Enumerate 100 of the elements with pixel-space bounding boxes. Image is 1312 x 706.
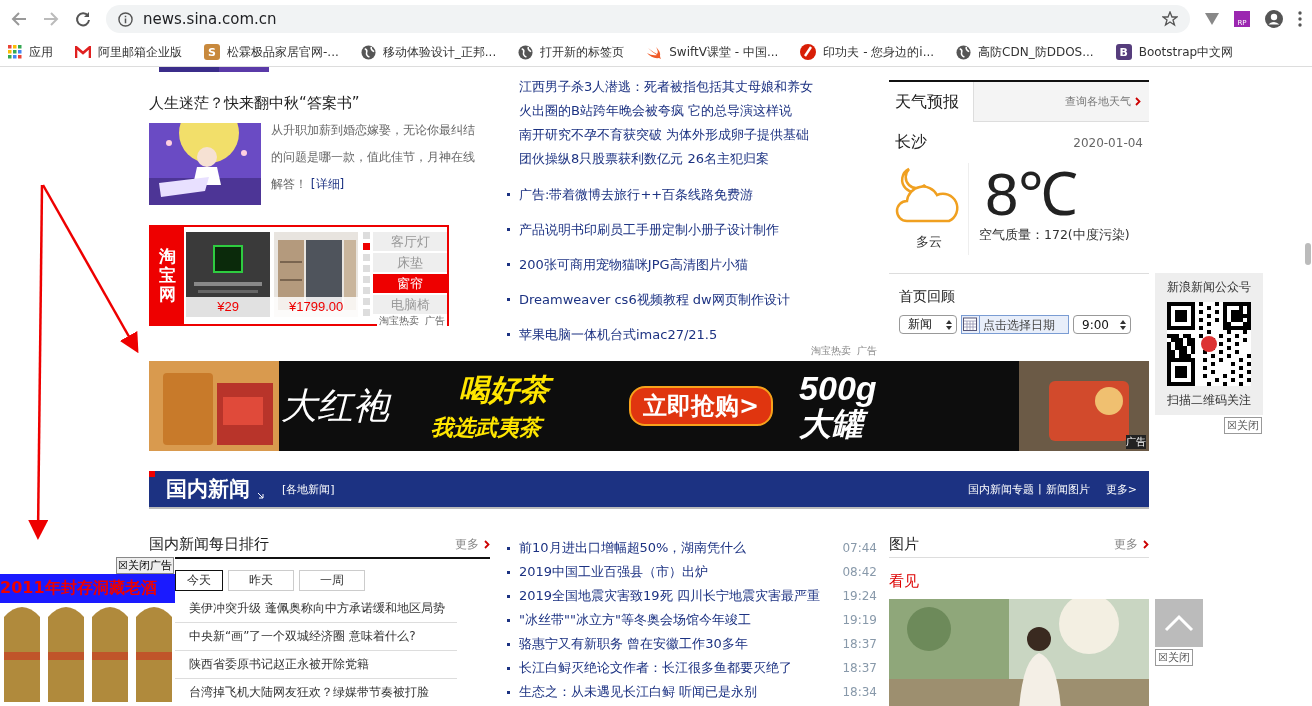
feature-title[interactable]: 人生迷茫？快来翻中秋“答案书”	[149, 94, 490, 113]
news-link[interactable]: 2019全国地震灾害致19死 四川长宁地震灾害最严重	[519, 587, 820, 605]
close-ad-button[interactable]: ☒关闭广告	[116, 557, 174, 574]
news-time: 19:24	[842, 589, 877, 603]
review-title: 首页回顾	[899, 288, 956, 306]
news-time: 19:19	[842, 613, 877, 627]
ad-banner[interactable]: 大红袍 喝好茶 我选武夷茶 立即抢购> 500g 大罐 广告	[149, 361, 1149, 451]
back-to-top-button[interactable]	[1155, 599, 1203, 647]
details-link[interactable]: [详细]	[310, 177, 345, 191]
ranking-item[interactable]: 中央新“画”了一个双城经济圈 意味着什么?	[175, 623, 457, 651]
mail-icon	[75, 45, 91, 59]
qr-caption: 扫描二维码关注	[1167, 392, 1251, 409]
ranking-item[interactable]: 陕西省委原书记赵正永被开除党籍	[175, 651, 457, 679]
promo-link[interactable]: 广告:带着微博去旅行++百条线路免费游	[519, 185, 754, 204]
bookmark[interactable]: S 松霖极品家居官网-...	[204, 43, 339, 61]
ad-label: 广告	[1126, 435, 1146, 449]
bookmark[interactable]: B Bootstrap中文网	[1115, 43, 1234, 61]
chevron-up-icon	[1164, 614, 1194, 632]
qr-title: 新浪新闻公众号	[1167, 279, 1251, 296]
time-select[interactable]: 9:00	[1073, 315, 1131, 334]
news-link[interactable]: 2019中国工业百强县（市）出炉	[519, 563, 709, 581]
chevron-icon	[1135, 97, 1141, 106]
news-time: 18:37	[842, 661, 877, 675]
corner-marker	[149, 471, 155, 477]
period-tab[interactable]: 昨天	[228, 570, 294, 591]
ad-label: 广告	[425, 314, 445, 328]
news-time: 08:42	[842, 565, 877, 579]
apps-icon	[8, 45, 22, 59]
globe-icon	[518, 44, 534, 60]
ranking-item[interactable]: 美伊冲突升级 蓬佩奥称向中方承诺缓和地区局势	[175, 595, 457, 623]
section-link[interactable]: 国内新闻专题	[968, 481, 1035, 497]
select-arrows-icon	[946, 319, 952, 330]
headline-link[interactable]: 火出圈的B站跨年晚会被夸疯 它的总导演这样说	[502, 99, 877, 123]
forward-icon[interactable]	[42, 10, 60, 28]
pictures-title: 图片	[889, 534, 919, 554]
link-separator: |	[1038, 481, 1042, 497]
period-tab[interactable]: 今天	[175, 570, 223, 591]
ranking-title: 国内新闻每日排行	[149, 534, 269, 554]
date-field[interactable]: 点击选择日期	[979, 315, 1069, 334]
promo-link[interactable]: 200张可商用宠物猫咪JPG高清图片小猫	[519, 255, 748, 274]
more-link[interactable]: 更多	[1114, 535, 1149, 553]
bookmark[interactable]: 应用	[8, 43, 53, 61]
section-link[interactable]: 新闻图片	[1045, 481, 1090, 497]
bookmark[interactable]: 印功夫 - 您身边的i...	[800, 43, 935, 61]
product-price: ¥1799.00	[274, 297, 359, 317]
url-text: news.sina.com.cn	[143, 10, 278, 28]
back-icon[interactable]	[10, 10, 28, 28]
bookmark[interactable]: 打开新的标签页	[518, 43, 625, 61]
chevron-icon	[484, 539, 490, 549]
product-price: ¥29	[186, 297, 271, 317]
headline-link[interactable]: 团伙操纵8只股票获利数亿元 26名主犯归案	[502, 147, 877, 171]
news-link[interactable]: 前10月进出口增幅超50%，湖南凭什么	[519, 539, 747, 557]
promo-link[interactable]: Dreamweaver cs6视频教程 dw网页制作设计	[519, 290, 790, 309]
taobao-logo: 淘宝网	[151, 227, 185, 324]
category-tab[interactable]: 窗帘	[373, 274, 447, 293]
bookmark[interactable]: 阿里邮箱企业版	[75, 43, 182, 61]
headline-link[interactable]: 江西男子杀3人潜逃：死者被指包括其丈母娘和养女	[502, 75, 877, 99]
promo-link[interactable]: 苹果电脑一体机台式imac27/21.5	[519, 325, 718, 344]
info-icon	[118, 11, 133, 27]
buy-now-button[interactable]: 立即抢购>	[629, 386, 774, 426]
menu-icon[interactable]	[1298, 11, 1302, 27]
profile-icon[interactable]	[1264, 9, 1284, 29]
bookmark[interactable]: 高防CDN_防DDOS...	[956, 43, 1094, 61]
promo-link[interactable]: 产品说明书印刷员工手册定制小册子设计制作	[519, 220, 779, 239]
news-link[interactable]: 骆惠宁又有新职务 曾在安徽工作30多年	[519, 635, 748, 653]
news-link[interactable]: "冰丝带""冰立方"等冬奥会场馆今年竣工	[519, 611, 751, 629]
ad-source: 淘宝热卖	[811, 344, 851, 358]
qr-code[interactable]	[1167, 302, 1251, 386]
banner-size: 大罐	[799, 407, 877, 443]
reload-icon[interactable]	[74, 10, 92, 28]
period-tab[interactable]: 一周	[299, 570, 365, 591]
news-time: 07:44	[842, 541, 877, 555]
more-link[interactable]: 更多	[455, 535, 490, 553]
bookmark[interactable]: SwiftV课堂 - 中国...	[646, 43, 779, 61]
headline-link[interactable]: 南开研究不孕不育获突破 为体外形成卵子提供基础	[502, 123, 877, 147]
site-icon: S	[204, 44, 220, 60]
extension-icon[interactable]	[1204, 12, 1220, 26]
weather-date: 2020-01-04	[1073, 135, 1143, 150]
news-time: 18:37	[842, 637, 877, 651]
city-name: 长沙	[895, 132, 927, 153]
close-button[interactable]: ☒关闭	[1155, 649, 1193, 666]
star-icon[interactable]	[1162, 11, 1178, 27]
news-link[interactable]: 长江白鲟灭绝论文作者：长江很多鱼都要灭绝了	[519, 659, 792, 677]
air-quality: 空气质量：172(中度污染)	[979, 227, 1131, 244]
channel-select[interactable]: 新闻	[899, 315, 957, 334]
weather-link[interactable]: 查询各地天气	[973, 82, 1149, 122]
ad-source: 淘宝热卖	[379, 314, 419, 328]
more-link[interactable]: 更多>	[1105, 481, 1137, 497]
calendar-icon[interactable]	[961, 315, 980, 334]
bookmark[interactable]: 移动体验设计_正邦...	[360, 43, 497, 61]
taobao-ad[interactable]: 淘宝网 ¥29 ¥1799.00 客厅灯 床垫 窗帘 电脑椅 淘宝热卖 广告	[149, 225, 449, 326]
address-bar[interactable]: news.sina.com.cn	[106, 5, 1190, 33]
banner-weight: 500g	[799, 369, 877, 408]
news-link[interactable]: 生态之：从未遇见长江白鲟 听闻已是永别	[519, 683, 758, 701]
scrollbar[interactable]	[1305, 243, 1311, 265]
ad-label: 广告	[857, 344, 877, 358]
picture-caption[interactable]: 看见	[889, 572, 1149, 591]
temperature: 8℃	[985, 163, 1080, 227]
close-button[interactable]: ☒关闭	[1224, 417, 1262, 434]
regional-news-link[interactable]: [各地新闻]	[282, 481, 335, 497]
